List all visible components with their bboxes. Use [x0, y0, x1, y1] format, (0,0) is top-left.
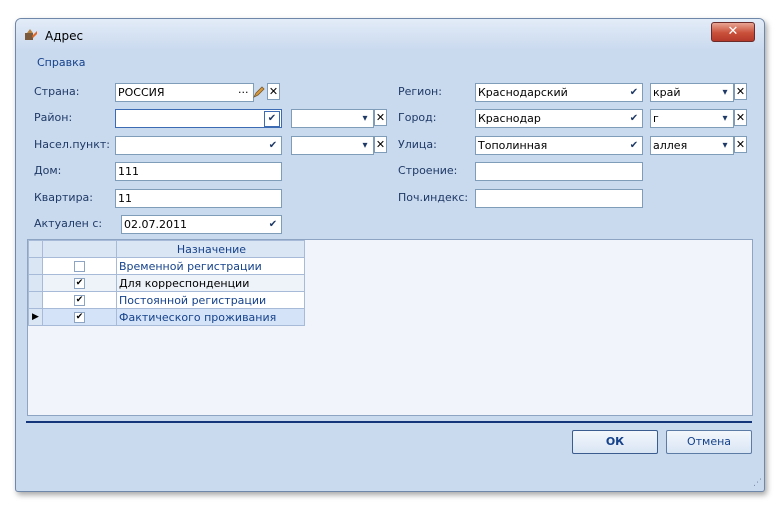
- checkbox-cell[interactable]: ✔: [42, 308, 117, 326]
- purpose-grid: Назначение Временной регистрации ✔ Для к…: [27, 239, 753, 416]
- chevron-down-icon[interactable]: ▾: [358, 138, 372, 153]
- country-clear-button[interactable]: ✕: [267, 83, 280, 100]
- street-label: Улица:: [398, 138, 437, 151]
- current-row-indicator-icon[interactable]: ▶: [28, 308, 43, 326]
- ok-button[interactable]: ОК: [572, 430, 658, 454]
- purpose-column-header[interactable]: Назначение: [116, 240, 305, 258]
- purpose-cell[interactable]: Временной регистрации: [116, 257, 305, 275]
- district-type-field[interactable]: ▾: [291, 109, 374, 128]
- city-type-field[interactable]: г ▾: [650, 109, 734, 128]
- house-label: Дом:: [34, 164, 62, 177]
- check-icon[interactable]: ✔: [266, 217, 280, 232]
- separator-line: [26, 421, 752, 423]
- check-icon[interactable]: ✔: [627, 138, 641, 153]
- house-field[interactable]: 111: [115, 162, 282, 181]
- purpose-cell[interactable]: Фактического проживания: [116, 308, 305, 326]
- country-label: Страна:: [34, 85, 80, 98]
- purpose-table: Назначение Временной регистрации ✔ Для к…: [28, 240, 305, 326]
- district-field[interactable]: ✔: [115, 109, 282, 128]
- apartment-field[interactable]: 11: [115, 189, 282, 208]
- district-label: Район:: [34, 111, 73, 124]
- menu-help[interactable]: Справка: [37, 56, 85, 69]
- edit-icon[interactable]: [252, 85, 266, 99]
- chevron-down-icon[interactable]: ▾: [718, 85, 732, 100]
- purpose-cell[interactable]: Для корреспонденции: [116, 274, 305, 292]
- address-dialog: Адрес ✕ Справка Страна: Район: Насел.пун…: [15, 18, 765, 492]
- row-indicator[interactable]: [28, 257, 43, 275]
- city-type-clear-button[interactable]: ✕: [734, 109, 747, 126]
- checkbox[interactable]: ✔: [74, 278, 85, 289]
- street-type-field[interactable]: аллея ▾: [650, 136, 734, 155]
- settlement-label: Насел.пункт:: [34, 138, 111, 151]
- region-type-clear-button[interactable]: ✕: [734, 83, 747, 100]
- checkbox[interactable]: ✔: [74, 312, 85, 323]
- city-value: Краснодар: [478, 112, 541, 125]
- street-type-clear-button[interactable]: ✕: [734, 136, 747, 153]
- check-icon[interactable]: ✔: [627, 111, 641, 126]
- checkbox-cell[interactable]: ✔: [42, 291, 117, 309]
- table-row[interactable]: Временной регистрации: [28, 257, 305, 275]
- country-field[interactable]: РОССИЯ ···: [115, 83, 254, 102]
- checkbox[interactable]: ✔: [74, 295, 85, 306]
- street-type-value: аллея: [653, 139, 688, 152]
- checkbox-column-header[interactable]: [42, 240, 117, 258]
- region-type-value: край: [653, 86, 681, 99]
- table-row[interactable]: ✔ Постоянной регистрации: [28, 291, 305, 309]
- cancel-button[interactable]: Отмена: [666, 430, 752, 454]
- postcode-label: Поч.индекс:: [398, 191, 469, 204]
- purpose-cell[interactable]: Постоянной регистрации: [116, 291, 305, 309]
- house-value: 111: [118, 165, 139, 178]
- building-field[interactable]: [475, 162, 643, 181]
- check-icon[interactable]: ✔: [266, 138, 280, 153]
- actual-from-date-field[interactable]: 02.07.2011 ✔: [121, 215, 282, 234]
- city-type-value: г: [653, 112, 659, 125]
- actual-from-label: Актуален с:: [34, 217, 103, 230]
- checkbox-cell[interactable]: ✔: [42, 274, 117, 292]
- region-label: Регион:: [398, 85, 442, 98]
- table-row[interactable]: ▶ ✔ Фактического проживания: [28, 308, 305, 326]
- row-indicator-header: [28, 240, 43, 258]
- check-icon[interactable]: ✔: [627, 85, 641, 100]
- table-row[interactable]: ✔ Для корреспонденции: [28, 274, 305, 292]
- district-type-clear-button[interactable]: ✕: [374, 109, 387, 126]
- checkbox-cell[interactable]: [42, 257, 117, 275]
- street-value: Тополинная: [478, 139, 548, 152]
- region-value: Краснодарский: [478, 86, 568, 99]
- check-icon[interactable]: ✔: [264, 111, 280, 127]
- menu-bar: Справка: [16, 51, 764, 73]
- apartment-value: 11: [118, 192, 132, 205]
- ellipsis-icon[interactable]: ···: [238, 84, 249, 101]
- settlement-field[interactable]: ✔: [115, 136, 282, 155]
- row-indicator[interactable]: [28, 291, 43, 309]
- resize-grip-icon[interactable]: ⋰: [753, 478, 762, 488]
- app-icon: [25, 29, 37, 40]
- chevron-down-icon[interactable]: ▾: [718, 138, 732, 153]
- grid-header-row: Назначение: [28, 240, 305, 258]
- row-indicator[interactable]: [28, 274, 43, 292]
- close-button[interactable]: ✕: [711, 22, 755, 42]
- title-bar: Адрес ✕: [16, 19, 764, 51]
- city-field[interactable]: Краснодар ✔: [475, 109, 643, 128]
- settlement-type-field[interactable]: ▾: [291, 136, 374, 155]
- apartment-label: Квартира:: [34, 191, 94, 204]
- city-label: Город:: [398, 111, 437, 124]
- chevron-down-icon[interactable]: ▾: [718, 111, 732, 126]
- region-field[interactable]: Краснодарский ✔: [475, 83, 643, 102]
- country-value: РОССИЯ: [118, 86, 165, 99]
- checkbox[interactable]: [74, 261, 85, 272]
- settlement-type-clear-button[interactable]: ✕: [374, 136, 387, 153]
- region-type-field[interactable]: край ▾: [650, 83, 734, 102]
- street-field[interactable]: Тополинная ✔: [475, 136, 643, 155]
- actual-from-value: 02.07.2011: [124, 218, 187, 231]
- postcode-field[interactable]: [475, 189, 643, 208]
- chevron-down-icon[interactable]: ▾: [358, 111, 372, 126]
- building-label: Строение:: [398, 164, 458, 177]
- window-title: Адрес: [45, 29, 84, 43]
